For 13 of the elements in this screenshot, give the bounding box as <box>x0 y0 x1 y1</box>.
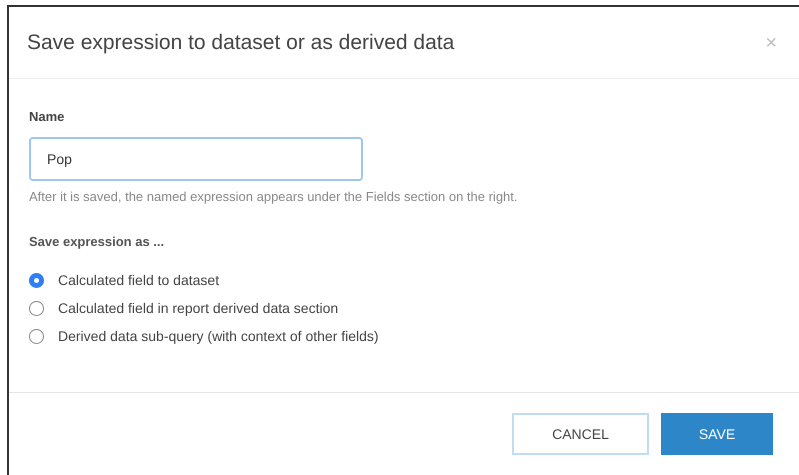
radio-button[interactable] <box>29 328 44 344</box>
cancel-button[interactable]: CANCEL <box>512 413 649 455</box>
section-label: Save expression as ... <box>29 233 166 251</box>
radio-button[interactable] <box>29 300 44 316</box>
save-button[interactable]: SAVE <box>661 413 773 455</box>
name-field[interactable]: Pop <box>29 136 363 180</box>
radio-button[interactable] <box>29 272 44 288</box>
option-label: Derived data sub-query (with context of other fields) <box>58 326 379 346</box>
option-label: Calculated field in report derived data section <box>58 298 338 318</box>
help-text: After it is saved, the named expression appears under the Fields section on the right. <box>29 188 518 206</box>
field-label: Name <box>29 108 66 126</box>
option-label: Calculated field to dataset <box>58 270 220 290</box>
dialog-title: Save expression to dataset or as derived data <box>27 30 454 56</box>
